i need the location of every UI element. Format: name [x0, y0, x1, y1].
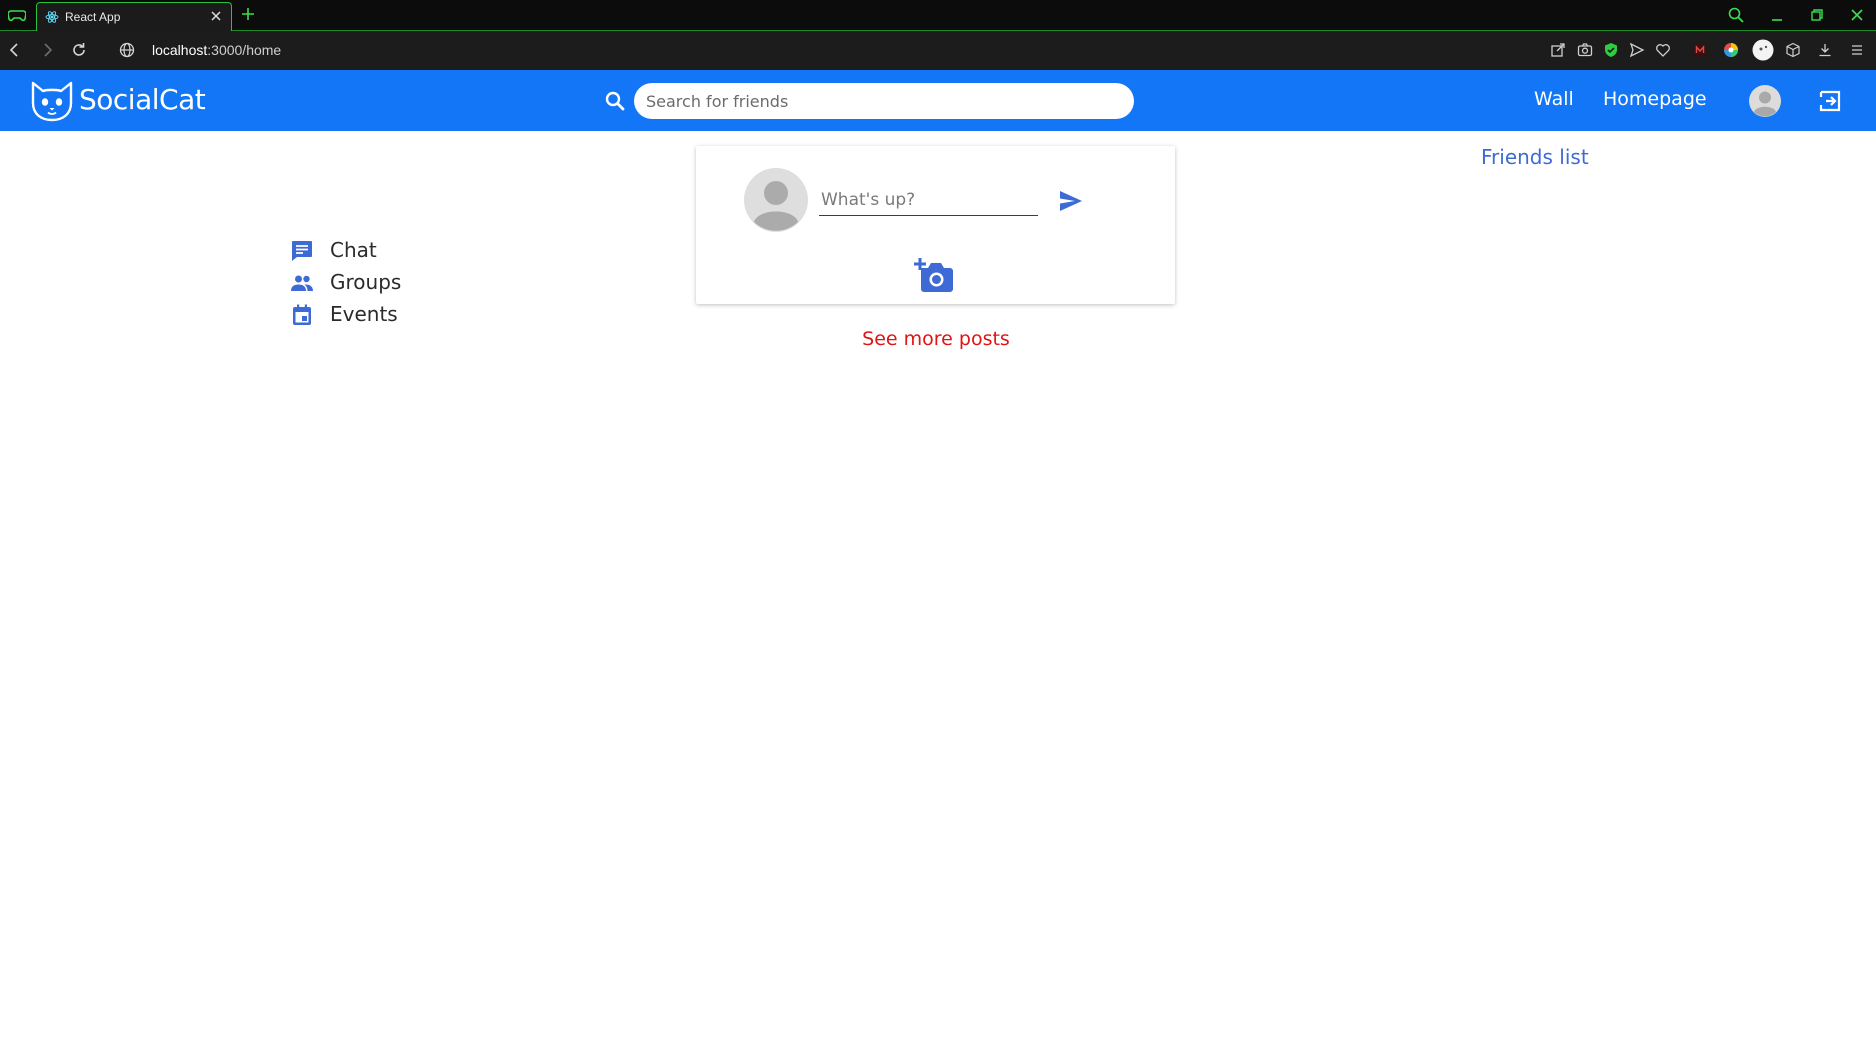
send-icon[interactable] [1629, 42, 1645, 58]
add-photo-icon[interactable] [913, 256, 955, 294]
reload-icon[interactable] [70, 41, 88, 59]
globe-icon[interactable] [118, 41, 136, 59]
search-icon[interactable] [604, 90, 626, 112]
back-icon[interactable] [6, 41, 24, 59]
shield-icon[interactable] [1603, 42, 1619, 58]
search-icon[interactable] [1727, 6, 1745, 24]
cube-icon[interactable] [1785, 42, 1801, 58]
extension-m-icon[interactable] [1692, 42, 1708, 58]
window-close-icon[interactable] [1848, 6, 1866, 24]
sidebar-item-label: Events [330, 302, 398, 326]
post-text-input[interactable] [819, 184, 1038, 216]
cat-logo-icon[interactable] [28, 79, 76, 123]
nav-wall-link[interactable]: Wall [1534, 88, 1574, 110]
sidebar-item-groups[interactable]: Groups [290, 269, 430, 297]
url-host: localhost [152, 42, 208, 58]
chat-icon [292, 241, 312, 261]
share-icon[interactable] [1550, 42, 1566, 58]
heart-icon[interactable] [1655, 42, 1671, 58]
tab-title: React App [65, 10, 121, 24]
groups-icon [291, 275, 313, 291]
browser-tab-strip: React App [0, 0, 1876, 31]
menu-icon[interactable] [1849, 42, 1865, 58]
address-bar: localhost:3000/home [0, 31, 1876, 70]
url-field[interactable]: localhost:3000/home [152, 42, 281, 58]
post-composer-card [696, 146, 1175, 304]
gamepad-icon[interactable] [8, 7, 26, 23]
sidebar-item-label: Chat [330, 238, 377, 262]
browser-tab[interactable]: React App [36, 2, 232, 31]
calendar-icon [293, 304, 311, 325]
sidebar-item-label: Groups [330, 270, 402, 294]
sidebar-item-events[interactable]: Events [290, 301, 430, 329]
logout-icon[interactable] [1818, 89, 1842, 113]
camera-icon[interactable] [1577, 42, 1593, 58]
app-logo-text[interactable]: SocialCat [79, 83, 206, 116]
nav-homepage-link[interactable]: Homepage [1603, 88, 1707, 110]
send-icon[interactable] [1058, 188, 1084, 214]
profile-avatar-icon[interactable] [1752, 39, 1774, 61]
forward-icon[interactable] [38, 41, 56, 59]
restore-icon[interactable] [1808, 6, 1826, 24]
search-friends-input[interactable] [634, 83, 1134, 119]
app-header: SocialCat Wall Homepage [0, 70, 1876, 131]
close-icon[interactable] [209, 9, 223, 23]
minimize-icon[interactable] [1768, 6, 1786, 24]
friends-list-link[interactable]: Friends list [1481, 145, 1589, 169]
url-path: :3000/home [207, 42, 282, 58]
sidebar-item-chat[interactable]: Chat [290, 237, 430, 265]
user-avatar[interactable] [1749, 85, 1781, 117]
user-avatar [744, 168, 808, 232]
see-more-posts-link[interactable]: See more posts [0, 328, 1872, 350]
color-wheel-icon[interactable] [1723, 42, 1739, 58]
download-icon[interactable] [1817, 42, 1833, 58]
react-icon [45, 11, 59, 23]
plus-icon[interactable] [240, 6, 256, 22]
